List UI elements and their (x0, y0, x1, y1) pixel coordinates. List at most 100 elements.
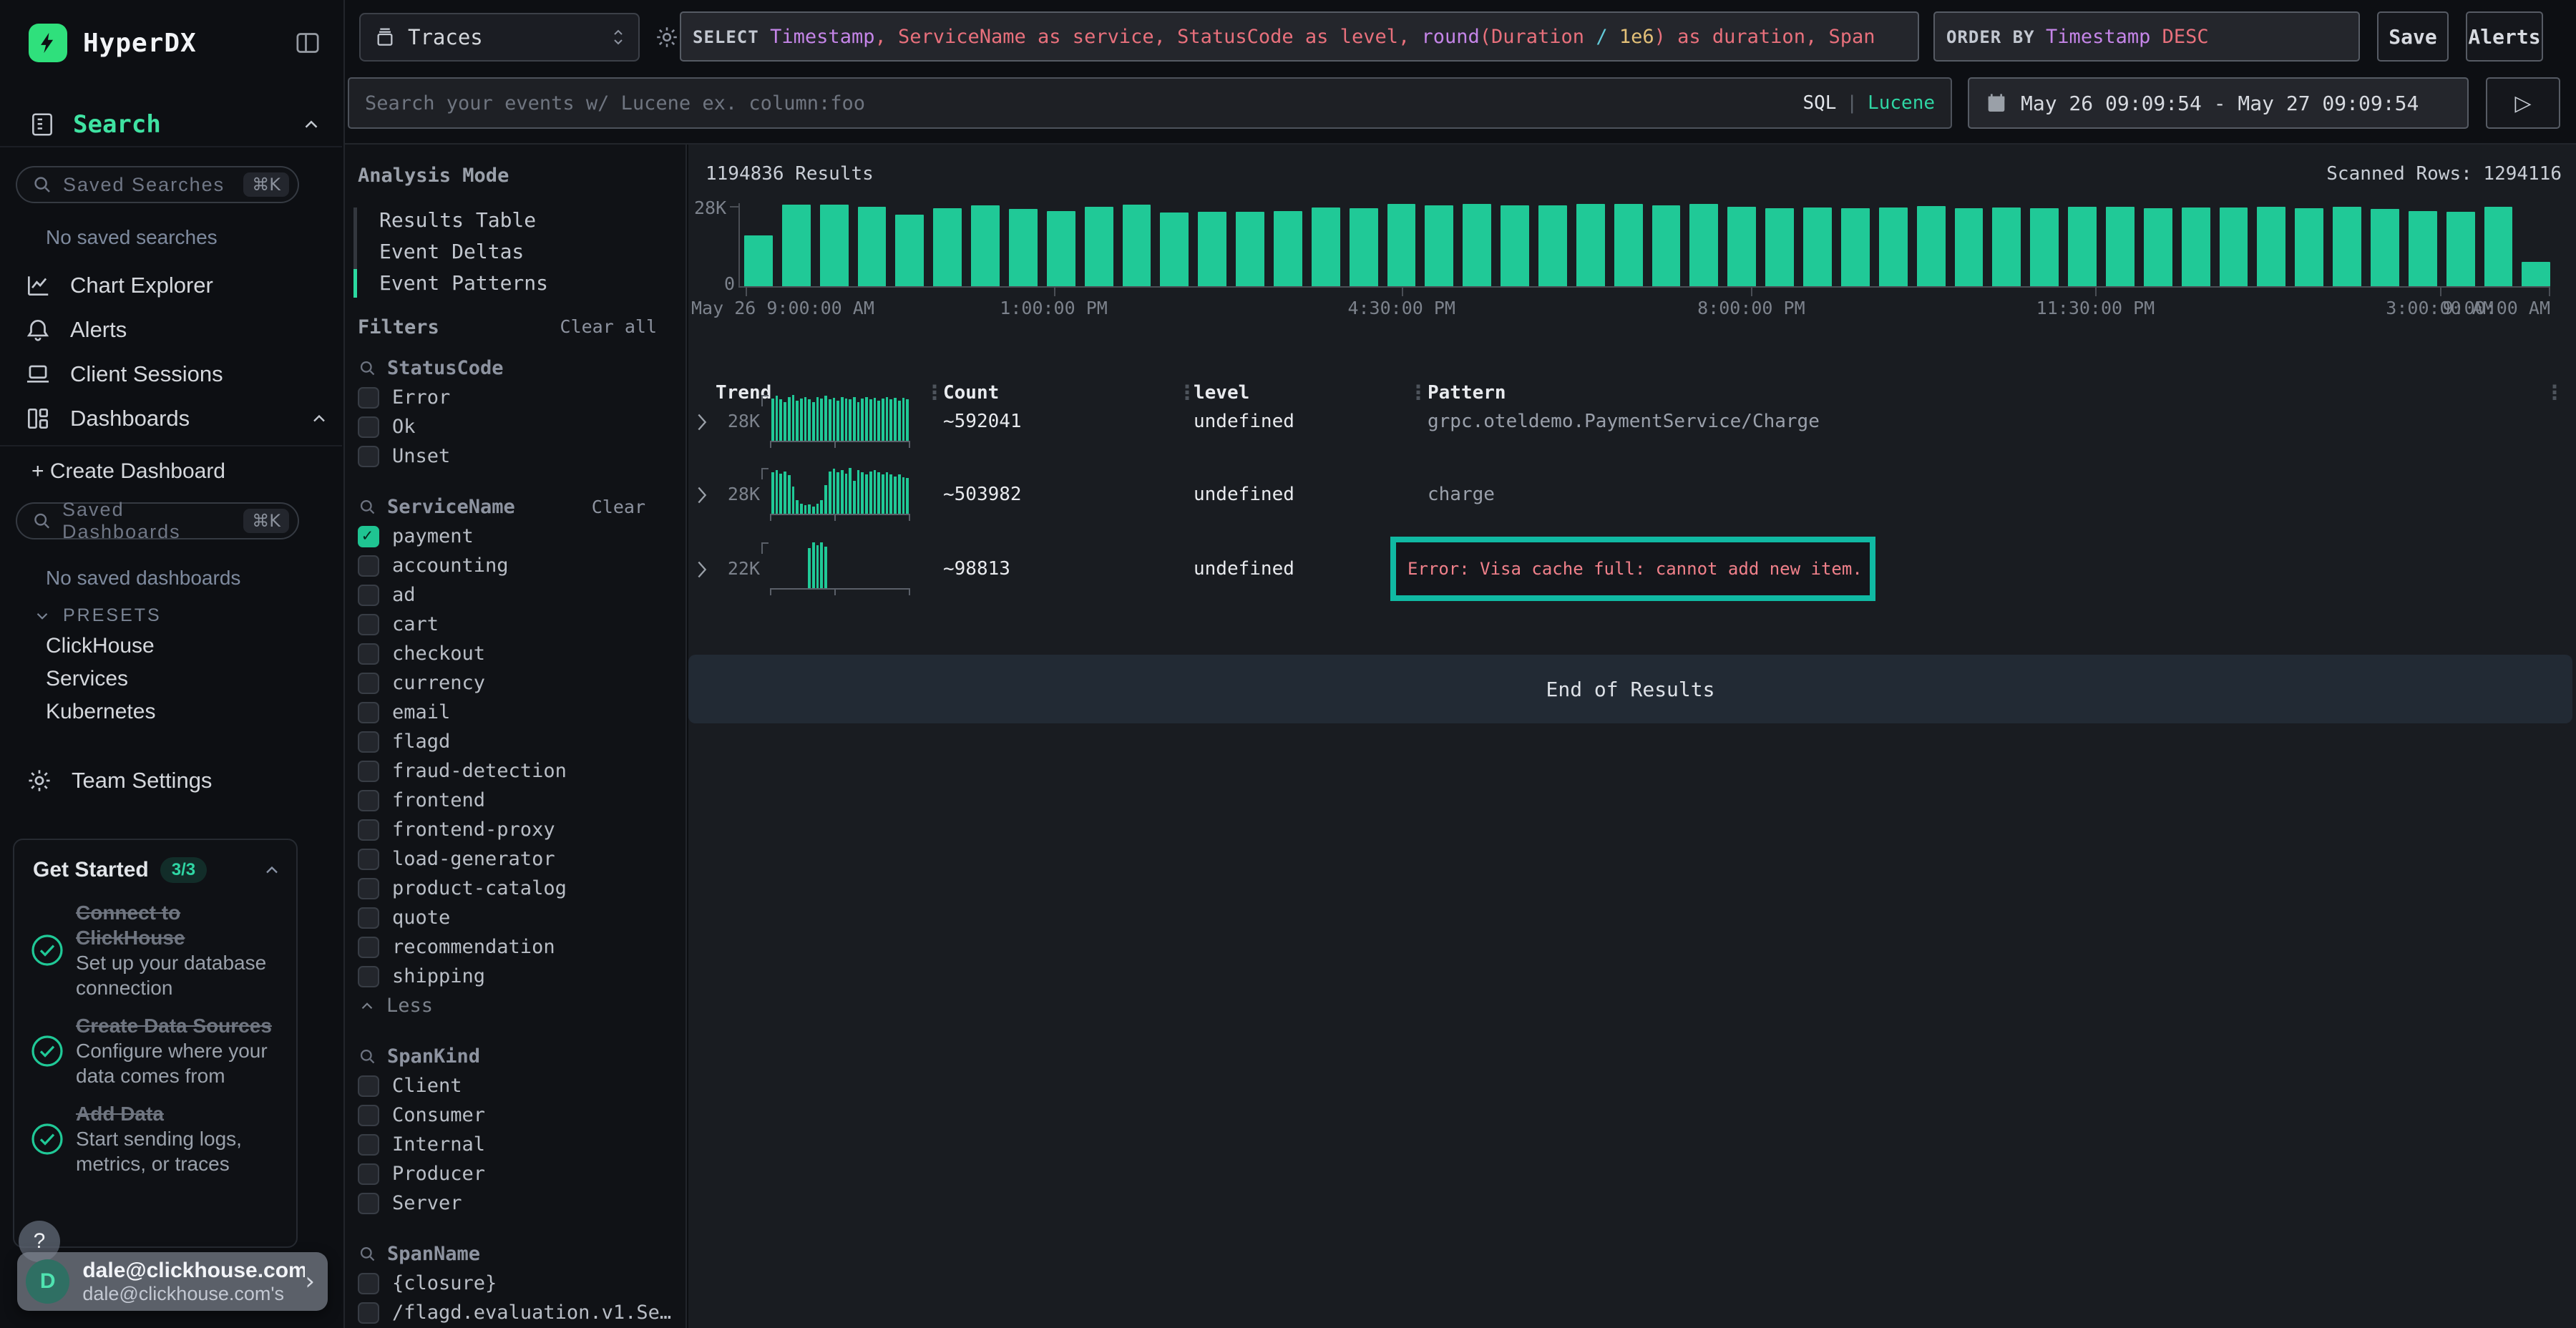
save-button[interactable]: Save (2377, 11, 2449, 62)
time-range-picker[interactable]: May 26 09:09:54 - May 27 09:09:54 (1968, 77, 2469, 129)
checkbox[interactable] (358, 643, 379, 665)
filter-option-consumer[interactable]: Consumer (358, 1100, 673, 1130)
highlighted-pattern-box[interactable]: Error: Visa cache full: cannot add new i… (1390, 537, 1875, 601)
table-row[interactable]: 28K~503982undefinedcharge (688, 465, 2576, 534)
get-started-item-2[interactable]: Create Data SourcesConfigure where your … (30, 1013, 283, 1088)
filter-option-producer[interactable]: Producer (358, 1159, 673, 1188)
checkbox[interactable] (358, 673, 379, 694)
show-less-toggle[interactable]: Less (358, 991, 673, 1020)
analysis-mode-event-deltas[interactable]: Event Deltas (353, 236, 673, 268)
table-row[interactable]: 28K~592041undefinedgrpc.oteldemo.Payment… (688, 392, 2576, 461)
lucene-mode-button[interactable]: Lucene (1868, 92, 1935, 114)
checkbox[interactable] (358, 1273, 379, 1294)
checkbox[interactable] (358, 416, 379, 438)
source-settings-gear-icon[interactable] (654, 24, 680, 50)
filter-option-unset[interactable]: Unset (358, 441, 673, 471)
checkbox[interactable] (358, 446, 379, 467)
checkbox[interactable] (358, 790, 379, 811)
event-search-input[interactable]: Search your events w/ Lucene ex. column:… (348, 77, 1952, 129)
checkbox[interactable] (358, 1075, 379, 1097)
saved-searches-input[interactable]: Saved Searches ⌘K (16, 166, 299, 203)
filter-option-ok[interactable]: Ok (358, 412, 673, 441)
presets-toggle[interactable]: PRESETS (33, 605, 162, 626)
chevron-up-icon[interactable] (309, 409, 329, 429)
search-icon[interactable] (358, 1047, 377, 1066)
create-dashboard-button[interactable]: + Create Dashboard (31, 459, 225, 484)
checkbox[interactable] (358, 1134, 379, 1156)
saved-dashboards-input[interactable]: Saved Dashboards ⌘K (16, 502, 299, 540)
checkbox[interactable] (358, 1193, 379, 1214)
sidebar-item-alerts[interactable]: Alerts (24, 311, 329, 349)
checkbox[interactable] (358, 387, 379, 409)
analysis-mode-results-table[interactable]: Results Table (353, 205, 673, 236)
filter-option--closure-[interactable]: {closure} (358, 1269, 673, 1298)
filter-option-server[interactable]: Server (358, 1188, 673, 1218)
filter-option-shipping[interactable]: shipping (358, 962, 673, 991)
expand-row-chevron-icon[interactable] (696, 485, 708, 505)
filter-option-quote[interactable]: quote (358, 903, 673, 932)
checkbox[interactable] (358, 702, 379, 723)
checkbox[interactable] (358, 849, 379, 870)
filter-option-client[interactable]: Client (358, 1071, 673, 1100)
filter-option-internal[interactable]: Internal (358, 1130, 673, 1159)
sidebar-item-client-sessions[interactable]: Client Sessions (24, 355, 329, 394)
filter-option-product-catalog[interactable]: product-catalog (358, 874, 673, 903)
checkbox[interactable] (358, 937, 379, 958)
checkbox[interactable] (358, 614, 379, 635)
filter-option-email[interactable]: email (358, 698, 673, 727)
expand-row-chevron-icon[interactable] (696, 412, 708, 432)
analysis-mode-event-patterns[interactable]: Event Patterns (353, 268, 673, 299)
sql-mode-button[interactable]: SQL (1802, 92, 1836, 114)
filter-option-frontend[interactable]: frontend (358, 786, 673, 815)
sidebar-item-dashboards[interactable]: Dashboards (24, 399, 329, 438)
filter-option-recommendation[interactable]: recommendation (358, 932, 673, 962)
checkbox[interactable] (358, 966, 379, 987)
checkbox[interactable] (358, 907, 379, 929)
filter-option-flagd[interactable]: flagd (358, 727, 673, 756)
clear-filter-button[interactable]: Clear (592, 497, 645, 517)
checkbox[interactable] (358, 878, 379, 899)
checkbox[interactable] (358, 526, 379, 547)
checkbox[interactable] (358, 1105, 379, 1126)
filter-option-ad[interactable]: ad (358, 580, 673, 610)
search-icon[interactable] (358, 358, 377, 378)
expand-row-chevron-icon[interactable] (696, 560, 708, 580)
search-icon[interactable] (358, 497, 377, 517)
clear-all-filters-button[interactable]: Clear all (560, 316, 657, 338)
chevron-up-icon[interactable] (301, 114, 322, 135)
checkbox[interactable] (358, 1302, 379, 1324)
filter-option-cart[interactable]: cart (358, 610, 673, 639)
sidebar-item-search[interactable]: Search (29, 106, 322, 143)
filter-option--flagd-evaluation-v1-se-[interactable]: /flagd.evaluation.v1.Se… (358, 1298, 673, 1327)
results-histogram[interactable] (738, 203, 2550, 288)
filter-option-accounting[interactable]: accounting (358, 551, 673, 580)
get-started-item-3[interactable]: Add DataStart sending logs, metrics, or … (30, 1101, 283, 1176)
hyperdx-logo-icon[interactable] (29, 24, 67, 62)
filter-option-error[interactable]: Error (358, 383, 673, 412)
sidebar-item-preset-clickhouse[interactable]: ClickHouse (46, 630, 155, 663)
user-menu[interactable]: D dale@clickhouse.com dale@clickhouse.co… (17, 1252, 328, 1311)
chevron-up-icon[interactable] (262, 860, 282, 880)
run-query-button[interactable]: ▷ (2486, 77, 2560, 129)
checkbox[interactable] (358, 761, 379, 782)
checkbox[interactable] (358, 819, 379, 841)
filter-option-checkout[interactable]: checkout (358, 639, 673, 668)
sidebar-item-preset-services[interactable]: Services (46, 663, 155, 695)
search-icon[interactable] (358, 1244, 377, 1264)
checkbox[interactable] (358, 585, 379, 606)
checkbox[interactable] (358, 731, 379, 753)
sql-editor[interactable]: SELECT Timestamp, ServiceName as service… (680, 11, 1919, 62)
table-row[interactable]: 22K~98813undefinedError: Visa cache full… (688, 540, 2576, 608)
alerts-button[interactable]: Alerts (2466, 11, 2543, 62)
sidebar-item-preset-kubernetes[interactable]: Kubernetes (46, 695, 155, 728)
checkbox[interactable] (358, 555, 379, 577)
filter-option-load-generator[interactable]: load-generator (358, 844, 673, 874)
get-started-item-1[interactable]: Connect to ClickHouseSet up your databas… (30, 900, 283, 1000)
checkbox[interactable] (358, 1163, 379, 1185)
source-select[interactable]: Traces (359, 13, 640, 62)
sidebar-item-chart-explorer[interactable]: Chart Explorer (24, 266, 329, 305)
get-started-header[interactable]: Get Started 3/3 (14, 840, 296, 890)
sidebar-item-team-settings[interactable]: Team Settings (26, 767, 212, 794)
orderby-editor[interactable]: ORDER BY Timestamp DESC (1933, 11, 2360, 62)
filter-option-currency[interactable]: currency (358, 668, 673, 698)
